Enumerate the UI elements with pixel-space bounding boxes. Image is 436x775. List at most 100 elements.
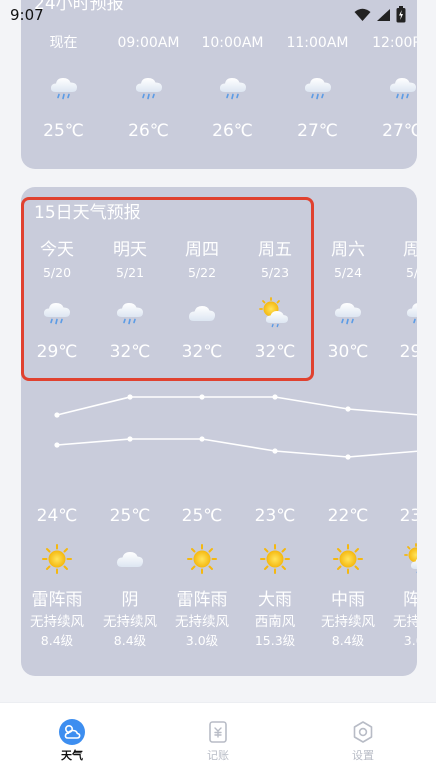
daily-forecast-card[interactable]: 15日天气预报 今天 5/20 29℃ 明天 5/21 32℃ 周四 5/22 …: [21, 187, 417, 676]
rain-cloud-icon: [387, 72, 418, 104]
cloud-icon: [114, 543, 146, 575]
day-item[interactable]: 周六 5/24 30℃: [312, 239, 384, 363]
hour-item: 10:00AM 26℃: [190, 34, 275, 142]
bottom-navigation: 天气 记账 设置: [0, 702, 436, 775]
high-temp-point: [127, 394, 133, 400]
wind-level: 8.4级: [113, 633, 147, 648]
status-time: 9:07: [10, 6, 44, 24]
weather-condition: 雷阵雨: [31, 590, 83, 610]
wind-level: 15.3级: [254, 633, 296, 648]
sun-icon: [259, 543, 291, 575]
day-item[interactable]: 明天 5/21 32℃: [94, 239, 166, 363]
nav-item-ledger[interactable]: 记账: [178, 719, 258, 763]
hour-label: 现在: [49, 35, 78, 51]
hour-temp: 27℃: [382, 121, 417, 141]
hour-item: 12:00PM 27℃: [360, 34, 417, 142]
high-temp-point: [345, 406, 351, 412]
wind-direction: 无持续风: [103, 614, 157, 630]
day-high-temp: 32℃: [109, 342, 151, 362]
day-date: 5/23: [260, 265, 290, 280]
hour-item: 09:00AM 26℃: [106, 34, 191, 142]
status-bar: 9:07: [0, 0, 436, 30]
low-temp-point: [199, 436, 205, 442]
hour-temp: 27℃: [297, 121, 338, 141]
wind-level: 8.4级: [40, 633, 74, 648]
sun-cloud-icon: [404, 543, 417, 575]
hour-label: 09:00AM: [117, 35, 180, 51]
low-temp-point: [272, 448, 278, 454]
wind-level: 3.0级: [185, 633, 219, 648]
wind-level: 3.0级: [403, 633, 417, 648]
sun-cloud-icon: [259, 297, 291, 329]
day-name: 周五: [258, 240, 292, 260]
day-low-temp: 22℃: [327, 506, 369, 526]
hour-temp: 26℃: [128, 121, 169, 141]
day-item[interactable]: 今天 5/20 29℃: [21, 239, 93, 363]
ledger-icon: [209, 721, 227, 743]
day-name: 今天: [40, 240, 74, 260]
hour-item: 现在 25℃: [21, 34, 106, 142]
nav-label: 天气: [61, 749, 83, 762]
rain-cloud-icon: [217, 72, 249, 104]
low-temp-line: [56, 438, 417, 458]
rain-cloud-icon: [48, 72, 80, 104]
status-icons: [354, 6, 406, 23]
day-low-temp: 23℃: [399, 506, 417, 526]
wind-direction: 西南风: [254, 614, 296, 630]
hour-label: 11:00AM: [286, 35, 349, 51]
day-item[interactable]: 周日 5/25 29℃: [384, 239, 417, 363]
rain-cloud-icon: [404, 297, 417, 329]
rain-cloud-icon: [302, 72, 334, 104]
low-temp-point: [54, 442, 60, 448]
weather-icon: [59, 719, 85, 745]
day-low-temp: 25℃: [181, 506, 223, 526]
low-temp-point: [127, 436, 133, 442]
nav-item-weather[interactable]: 天气: [32, 719, 112, 763]
weather-condition: 阴: [121, 590, 139, 610]
hour-item: 11:00AM 27℃: [275, 34, 360, 142]
weather-condition: 阵雨: [403, 590, 417, 610]
cloud-icon: [186, 297, 218, 329]
night-item: 22℃ 中雨 无持续风 8.4级: [310, 505, 386, 649]
rain-cloud-icon: [332, 297, 364, 329]
weather-condition: 中雨: [331, 590, 365, 610]
day-low-temp: 23℃: [254, 506, 296, 526]
high-temp-point: [199, 394, 205, 400]
day-name: 周日: [403, 240, 417, 260]
day-name: 明天: [113, 240, 147, 260]
wind-direction: 无持续风: [321, 614, 375, 630]
night-item: 25℃ 雷阵雨 无持续风 3.0级: [164, 505, 240, 649]
weather-condition: 雷阵雨: [176, 590, 228, 610]
day-low-temp: 24℃: [36, 506, 78, 526]
hour-label: 10:00AM: [201, 35, 264, 51]
day-high-temp: 32℃: [254, 342, 296, 362]
day-date: 5/20: [42, 265, 72, 280]
wind-direction: 无持续风: [393, 614, 417, 630]
rain-cloud-icon: [41, 297, 73, 329]
daily-forecast-title: 15日天气预报: [34, 203, 141, 223]
high-temp-line: [56, 396, 417, 416]
night-item: 25℃ 阴 无持续风 8.4级: [92, 505, 168, 649]
low-temp-point: [345, 454, 351, 460]
wifi-icon: [354, 8, 371, 21]
hour-label: 12:00PM: [372, 35, 417, 51]
wind-direction: 无持续风: [30, 614, 84, 630]
day-date: 5/25: [405, 265, 417, 280]
day-date: 5/24: [333, 265, 363, 280]
night-item: 24℃ 雷阵雨 无持续风 8.4级: [21, 505, 95, 649]
day-item[interactable]: 周五 5/23 32℃: [239, 239, 311, 363]
sun-icon: [186, 543, 218, 575]
weather-condition: 大雨: [258, 590, 292, 610]
day-high-temp: 29℃: [36, 342, 78, 362]
day-high-temp: 29℃: [399, 342, 417, 362]
day-name: 周六: [331, 240, 365, 260]
rain-cloud-icon: [133, 72, 165, 104]
day-item[interactable]: 周四 5/22 32℃: [166, 239, 238, 363]
day-low-temp: 25℃: [109, 506, 151, 526]
sun-icon: [41, 543, 73, 575]
night-item: 23℃ 阵雨 无持续风 3.0级: [382, 505, 417, 649]
sun-icon: [332, 543, 364, 575]
nav-item-settings[interactable]: 设置: [323, 719, 403, 763]
battery-icon: [396, 6, 406, 23]
hour-temp: 25℃: [43, 121, 84, 141]
